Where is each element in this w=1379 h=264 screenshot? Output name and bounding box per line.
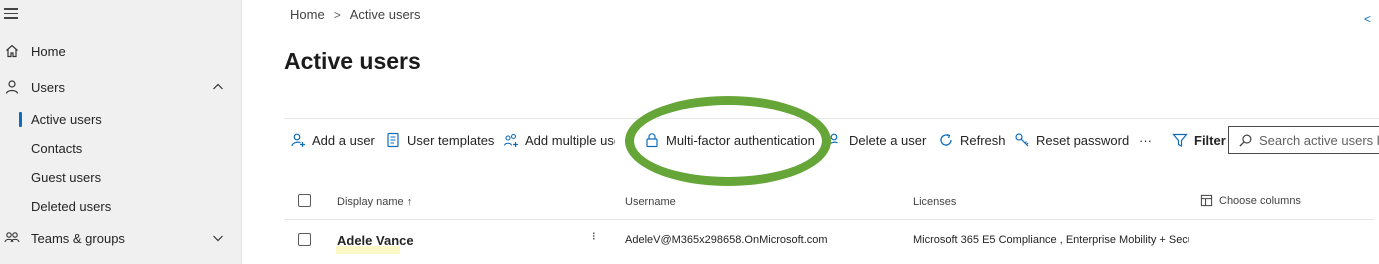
nav-item-label: Contacts <box>31 140 83 156</box>
search-placeholder: Search active users list <box>1259 132 1379 148</box>
user-username: AdeleV@M365x298658.OnMicrosoft.com <box>625 234 828 246</box>
page-title: Active users <box>284 48 421 74</box>
breadcrumb-home-link[interactable]: Home <box>290 7 325 22</box>
more-actions-label: ··· <box>1139 132 1152 148</box>
delete-user-button[interactable]: Delete a user <box>827 130 926 150</box>
search-input[interactable]: Search active users list <box>1228 126 1379 154</box>
refresh-icon <box>940 133 952 146</box>
filter-label: Filter <box>1194 132 1226 148</box>
user-templates-button[interactable]: User templates <box>385 130 494 150</box>
nav-item-guest-users[interactable]: Guest users <box>0 162 241 192</box>
delete-user-label: Delete a user <box>849 132 927 148</box>
mfa-button[interactable]: Multi-factor authentication <box>644 130 815 150</box>
reset-password-label: Reset password <box>1036 132 1130 148</box>
choose-columns-label: Choose columns <box>1219 194 1301 207</box>
reset-password-button[interactable]: Reset password <box>1014 130 1129 150</box>
choose-columns-button[interactable]: Choose columns <box>1200 194 1301 207</box>
people-team-icon <box>4 232 20 243</box>
add-user-button[interactable]: Add a user <box>290 130 375 150</box>
add-user-label: Add a user <box>312 132 375 148</box>
column-header-display-name[interactable]: Display name ↑ <box>337 196 412 208</box>
breadcrumb-separator: > <box>333 7 341 22</box>
user-display-name[interactable]: Adele Vance <box>337 233 414 248</box>
nav-item-label: Home <box>31 43 66 59</box>
home-icon <box>6 44 18 58</box>
nav-item-label: Users <box>31 79 65 95</box>
nav-item-label: Deleted users <box>31 198 112 214</box>
column-header-licenses[interactable]: Licenses <box>913 196 956 208</box>
nav-item-contacts[interactable]: Contacts <box>0 133 241 163</box>
mfa-label: Multi-factor authentication <box>666 132 815 148</box>
table-header: Display name ↑ Username Licenses Choose … <box>284 186 1374 220</box>
document-template-icon <box>387 132 399 148</box>
nav-item-label: Active users <box>31 111 102 127</box>
refresh-label: Refresh <box>960 132 1006 148</box>
nav-item-active-users[interactable]: Active users <box>0 104 241 134</box>
add-people-icon <box>503 133 518 147</box>
column-header-username[interactable]: Username <box>625 196 676 208</box>
command-bar: Add a user User templates Add multiple u… <box>284 118 1379 163</box>
user-licenses: Microsoft 365 E5 Compliance , Enterprise… <box>913 234 1189 246</box>
nav-item-label: Guest users <box>31 169 102 185</box>
chevron-down-icon[interactable] <box>212 232 224 244</box>
remove-person-icon <box>828 133 838 147</box>
breadcrumb: Home > Active users <box>290 7 421 22</box>
person-icon <box>5 80 19 94</box>
nav-item-teams-groups[interactable]: Teams & groups <box>0 223 241 253</box>
add-multiple-users-label: Add multiple users <box>525 132 615 148</box>
row-more-options-icon[interactable]: ··· <box>587 231 603 239</box>
more-actions-button[interactable]: ··· <box>1139 130 1152 150</box>
user-templates-label: User templates <box>407 132 495 148</box>
add-person-icon <box>291 133 305 147</box>
nav-item-home[interactable]: Home <box>0 36 241 66</box>
hamburger-menu-icon[interactable] <box>4 8 18 20</box>
chevron-up-icon[interactable] <box>212 81 224 93</box>
table-row[interactable]: Adele Vance ··· AdeleV@M365x298658.OnMic… <box>284 222 1374 258</box>
collapse-panel-icon[interactable]: < <box>1364 12 1371 26</box>
breadcrumb-current: Active users <box>349 7 421 22</box>
filter-button[interactable]: Filter <box>1172 130 1226 150</box>
active-indicator <box>19 112 22 127</box>
filter-icon <box>1172 133 1188 147</box>
nav-item-deleted-users[interactable]: Deleted users <box>0 191 241 221</box>
columns-icon <box>1200 194 1213 207</box>
left-nav: Home Users Active users Contacts Guest u… <box>0 0 242 264</box>
refresh-button[interactable]: Refresh <box>938 130 1006 150</box>
select-all-checkbox[interactable] <box>298 194 311 207</box>
row-checkbox[interactable] <box>298 233 311 246</box>
key-icon <box>1015 133 1029 147</box>
main-content: Home > Active users < Active users Add a… <box>241 0 1379 264</box>
add-multiple-users-button[interactable]: Add multiple users <box>503 130 615 150</box>
search-icon <box>1239 134 1252 147</box>
nav-item-label: Teams & groups <box>31 230 125 246</box>
nav-item-users[interactable]: Users <box>0 72 241 102</box>
lock-icon <box>646 133 658 148</box>
